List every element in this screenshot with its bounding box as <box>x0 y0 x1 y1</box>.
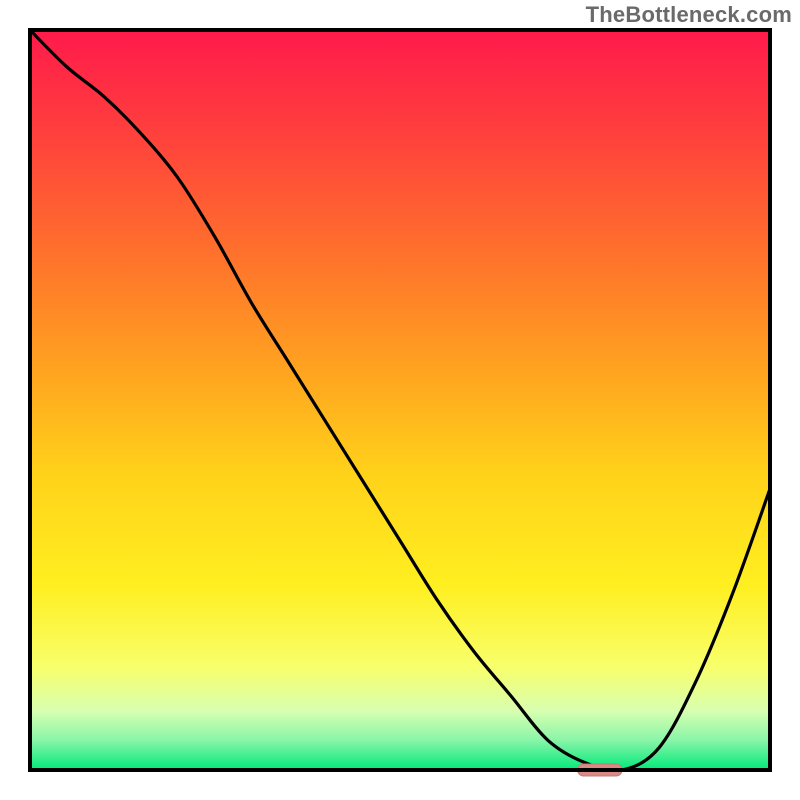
plot-background <box>30 30 770 770</box>
chart-container: { "watermark": "TheBottleneck.com", "col… <box>0 0 800 800</box>
bottleneck-chart <box>0 0 800 800</box>
